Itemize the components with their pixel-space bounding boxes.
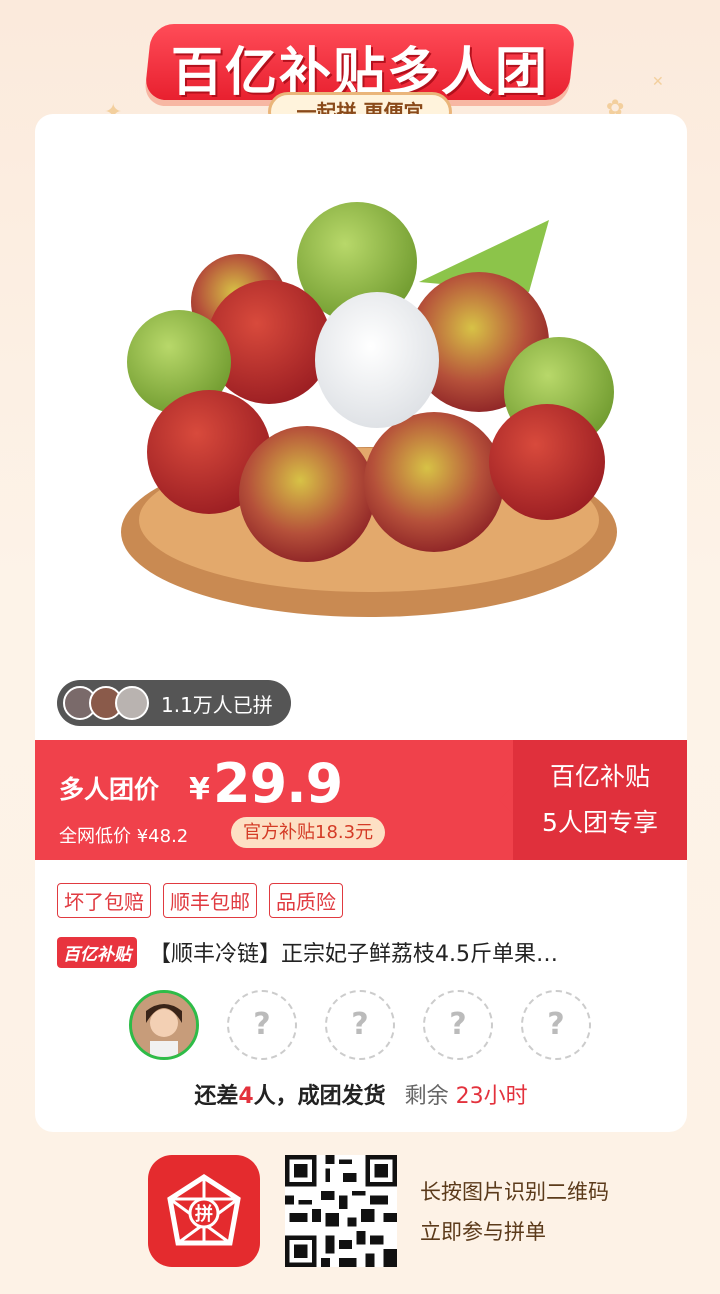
product-card[interactable]: 1.1万人已拼 多人团价 ¥ 29.9 全网低价 ¥48.2 官方补贴18.3元…: [35, 114, 687, 1132]
qr-instruction-line-1: 长按图片识别二维码: [420, 1180, 609, 1204]
group-status: 还差4人，成团发货 剩余 23小时: [35, 1078, 687, 1110]
currency-symbol: ¥: [189, 772, 210, 807]
status-suffix: 人，成团发货: [253, 1084, 386, 1109]
price-band: 多人团价 ¥ 29.9 全网低价 ¥48.2 官方补贴18.3元 百亿补贴 5人…: [35, 740, 687, 860]
lychee-product-image[interactable]: [119, 172, 619, 632]
service-tag: 顺丰包邮: [163, 883, 257, 918]
remaining-time: 23小时: [455, 1084, 528, 1109]
subsidy-badge: 官方补贴18.3元: [231, 817, 386, 848]
group-price-value: 29.9: [213, 752, 343, 815]
members-needed-count: 4: [238, 1084, 254, 1109]
qr-instruction-line-2: 立即参与拼单: [420, 1220, 546, 1244]
empty-member-slot: ?: [521, 990, 591, 1060]
remaining-label: 剩余: [404, 1084, 449, 1109]
service-tags: 坏了包赔 顺丰包邮 品质险: [57, 883, 343, 918]
sparkle-icon: ✕: [652, 74, 664, 90]
empty-member-slot: ?: [423, 990, 493, 1060]
empty-member-slot: ?: [325, 990, 395, 1060]
logo-char: 拼: [195, 1203, 213, 1225]
qr-instructions: 长按图片识别二维码 立即参与拼单: [420, 1172, 609, 1252]
group-price-label: 多人团价: [59, 775, 160, 804]
product-title-row[interactable]: 百亿补贴 【顺丰冷链】正宗妃子鲜荔枝4.5斤单果…: [57, 936, 667, 968]
subsidy-logo-badge: 百亿补贴: [57, 936, 137, 968]
qr-code[interactable]: [285, 1155, 397, 1267]
status-prefix: 还差: [194, 1084, 239, 1109]
group-leader-avatar: [129, 990, 199, 1060]
avatar: [115, 686, 149, 720]
exclusive-line-1: 百亿补贴: [549, 762, 650, 791]
exclusive-line-2: 5人团专享: [542, 808, 658, 837]
original-price: 全网低价 ¥48.2: [59, 826, 189, 847]
product-title[interactable]: 【顺丰冷链】正宗妃子鲜荔枝4.5斤单果…: [149, 936, 558, 968]
pinduoduo-logo: 拼: [148, 1155, 260, 1267]
exclusive-panel: 百亿补贴 5人团专享: [513, 740, 687, 860]
service-tag: 品质险: [269, 883, 343, 918]
group-member-slots: ? ? ? ?: [129, 990, 591, 1060]
price-panel: 多人团价 ¥ 29.9 全网低价 ¥48.2 官方补贴18.3元: [35, 740, 513, 860]
joined-count-pill: 1.1万人已拼: [57, 680, 291, 726]
service-tag: 坏了包赔: [57, 883, 151, 918]
empty-member-slot: ?: [227, 990, 297, 1060]
joined-count-text: 1.1万人已拼: [161, 692, 273, 717]
